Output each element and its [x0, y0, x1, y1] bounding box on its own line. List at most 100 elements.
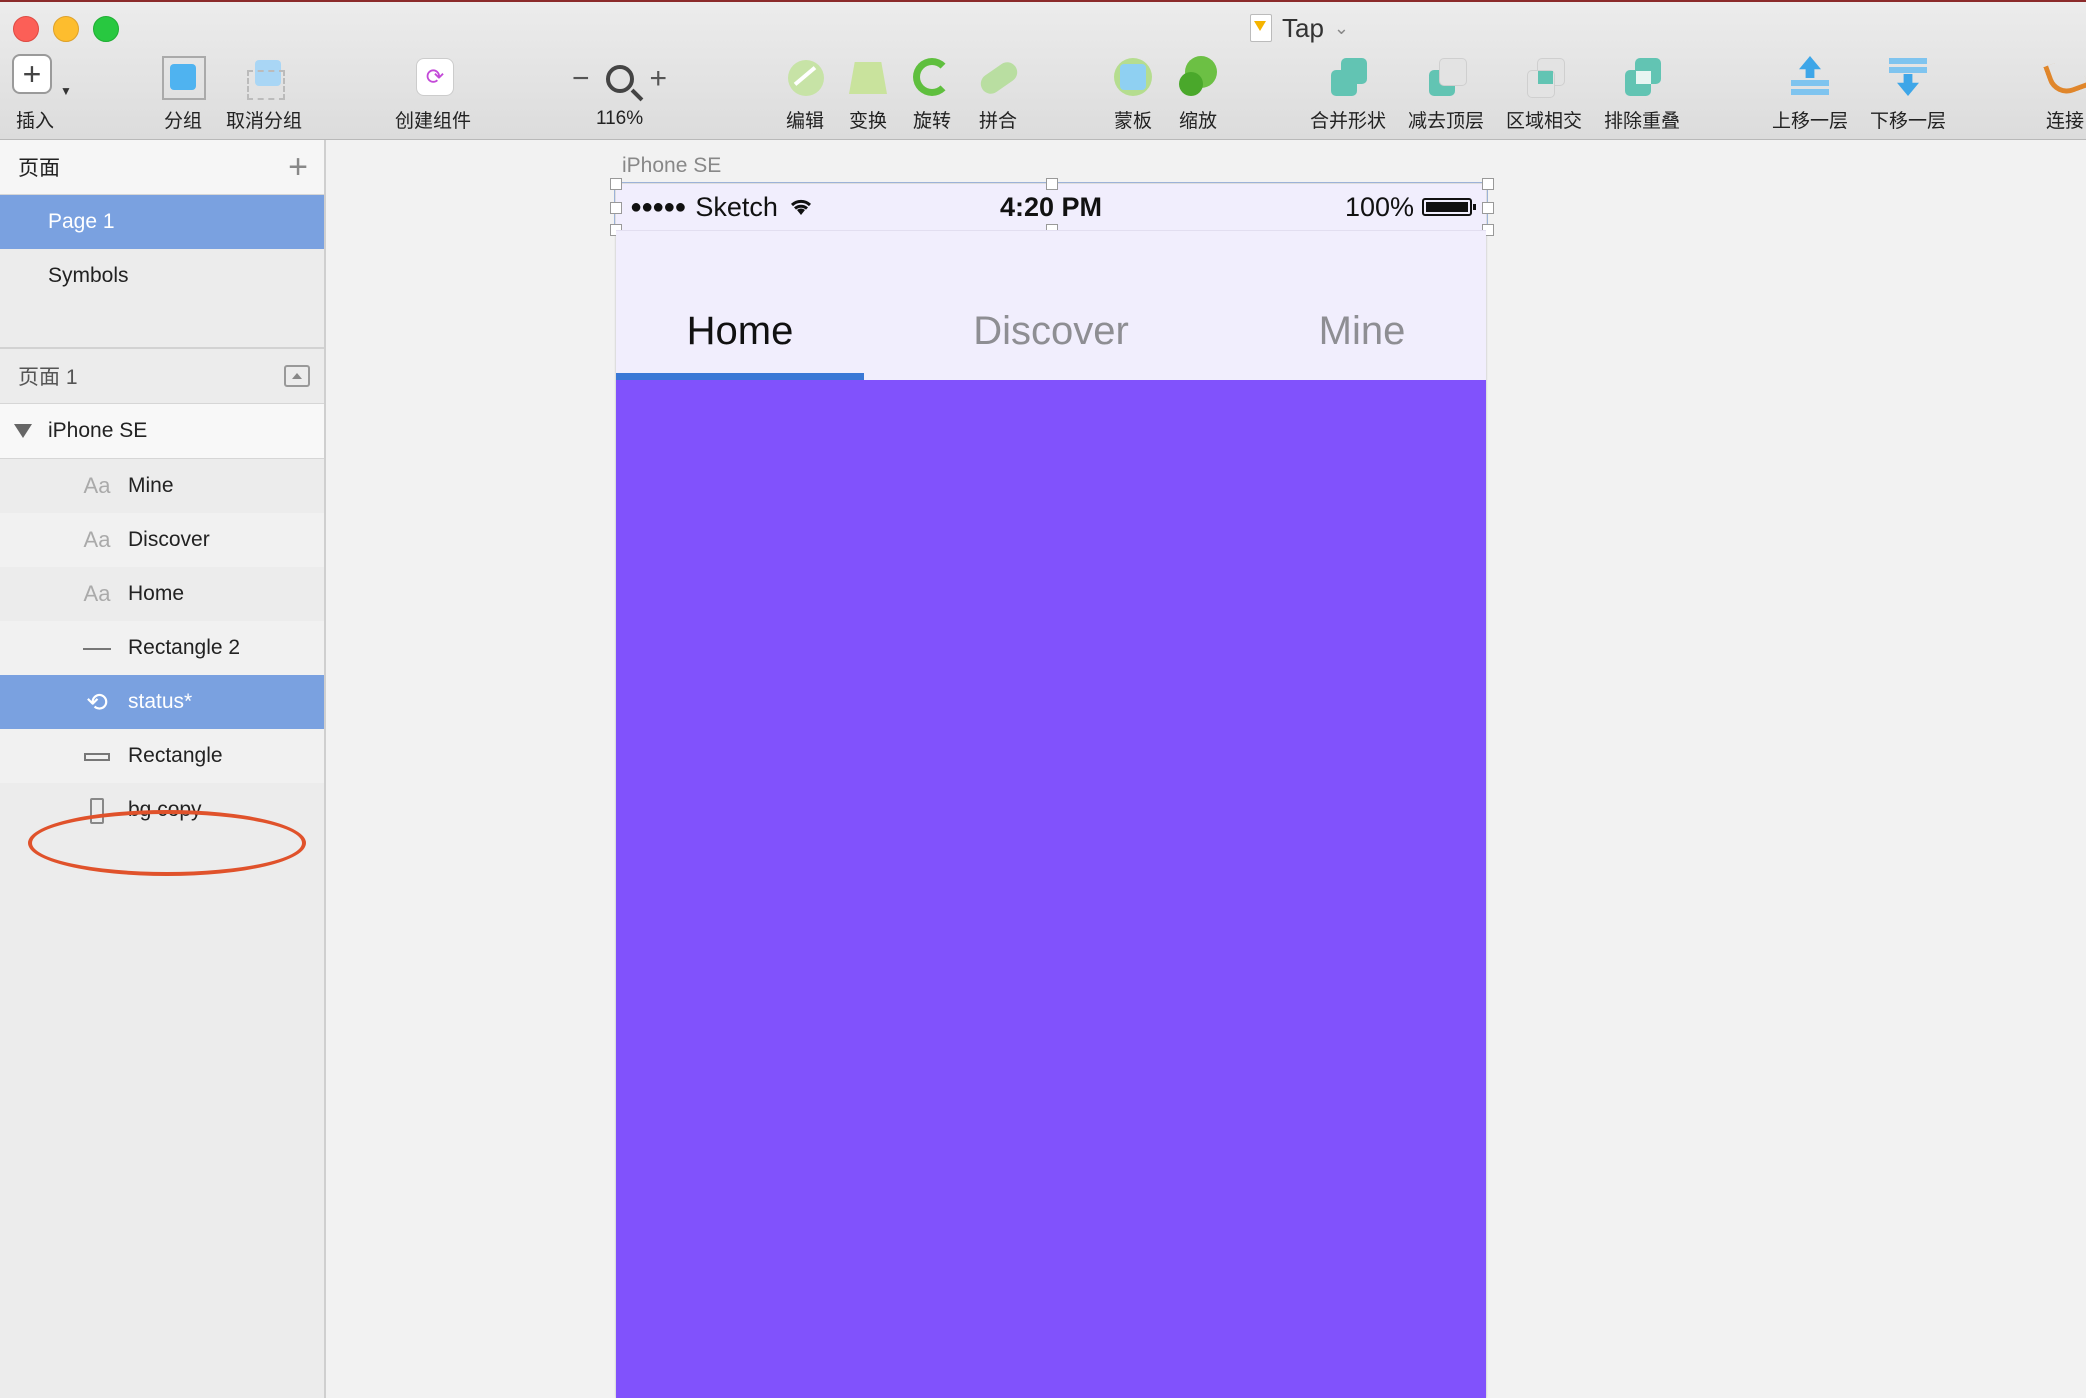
content-area[interactable]: [616, 380, 1486, 1398]
tab-discover[interactable]: Discover: [973, 309, 1129, 354]
link-button[interactable]: 连接: [2042, 54, 2086, 133]
scale-icon: [1175, 54, 1221, 100]
create-symbol-label: 创建组件: [395, 111, 472, 132]
combine-icon: [975, 54, 1022, 100]
tab-bar: Home Discover Mine: [616, 230, 1486, 381]
caret-down-icon[interactable]: ▼: [60, 84, 72, 98]
ungroup-button[interactable]: 取消分组: [226, 54, 302, 133]
difference-icon: [1619, 54, 1665, 100]
artboard-iphone-se[interactable]: ●●●●● Sketch 4:20 PM 100% Home Discover …: [610, 178, 1494, 1398]
move-backward-label: 下移一层: [1870, 111, 1947, 132]
pages-header: 页面 +: [0, 140, 324, 195]
scale-button[interactable]: 缩放: [1175, 54, 1221, 133]
insert-label: 插入: [15, 111, 54, 132]
rotate-icon: [909, 54, 955, 100]
difference-label: 排除重叠: [1604, 111, 1681, 132]
layers-sidebar: 页面 + Page 1 Symbols 页面 1 iPhone SE Aa Mi…: [0, 140, 326, 1398]
layer-label: Discover: [128, 528, 210, 551]
maximize-window-button[interactable]: [93, 16, 119, 42]
text-layer-icon: Aa: [83, 473, 111, 498]
combine-button[interactable]: 拼合: [975, 54, 1022, 133]
transform-label: 变换: [848, 111, 887, 132]
mask-button[interactable]: 蒙板: [1110, 54, 1156, 133]
rotate-button[interactable]: 旋转: [909, 54, 955, 133]
layer-discover[interactable]: Aa Discover: [0, 513, 324, 567]
resize-handle[interactable]: [1046, 178, 1058, 190]
union-label: 合并形状: [1310, 111, 1387, 132]
union-icon: [1325, 54, 1371, 100]
symbol-icon: ⟳: [410, 54, 456, 100]
layer-rectangle[interactable]: Rectangle: [0, 729, 324, 783]
intersect-icon: [1521, 54, 1567, 100]
plus-icon: +: [12, 54, 58, 100]
edit-button[interactable]: 编辑: [782, 54, 828, 133]
tab-mine[interactable]: Mine: [1319, 309, 1406, 354]
intersect-label: 区域相交: [1506, 111, 1583, 132]
layer-label: Rectangle: [128, 744, 223, 767]
add-page-icon[interactable]: +: [288, 150, 308, 184]
layer-label: Home: [128, 582, 185, 605]
transform-icon: [845, 54, 891, 100]
group-icon: [160, 54, 206, 100]
magnifier-icon[interactable]: [605, 65, 634, 93]
group-button[interactable]: 分组: [160, 54, 206, 133]
move-backward-button[interactable]: 下移一层: [1870, 54, 1946, 133]
status-bar-symbol[interactable]: ●●●●● Sketch 4:20 PM 100%: [610, 178, 1494, 236]
minimize-window-button[interactable]: [53, 16, 79, 42]
artboard-title[interactable]: iPhone SE: [622, 154, 721, 178]
insert-button[interactable]: + 插入: [12, 54, 58, 133]
resize-handle[interactable]: [1482, 178, 1494, 190]
layer-rectangle-2[interactable]: Rectangle 2: [0, 621, 324, 675]
difference-button[interactable]: 排除重叠: [1604, 54, 1680, 133]
link-icon: [2042, 54, 2086, 100]
page-item-label: Symbols: [48, 264, 129, 287]
layer-status-symbol[interactable]: ⟲ status*: [0, 675, 324, 729]
create-symbol-button[interactable]: ⟳ 创建组件: [395, 54, 471, 133]
mask-icon: [1110, 54, 1156, 100]
layer-artboard-iphone-se[interactable]: iPhone SE: [0, 404, 324, 459]
subtract-label: 减去顶层: [1408, 111, 1485, 132]
scale-label: 缩放: [1178, 111, 1217, 132]
page-item-symbols[interactable]: Symbols: [0, 249, 324, 303]
chevron-down-icon: ⌄: [1333, 17, 1350, 38]
symbol-instance-icon: ⟲: [86, 686, 108, 717]
tab-home[interactable]: Home: [687, 309, 794, 354]
union-button[interactable]: 合并形状: [1310, 54, 1386, 133]
close-window-button[interactable]: [13, 16, 39, 42]
layer-mine[interactable]: Aa Mine: [0, 459, 324, 513]
zoom-level: 116%: [595, 108, 644, 129]
artboard-name: iPhone SE: [48, 419, 148, 442]
resize-handle[interactable]: [610, 178, 622, 190]
move-forward-button[interactable]: 上移一层: [1772, 54, 1848, 133]
sketch-document-icon: [1250, 14, 1272, 42]
disclosure-triangle-icon[interactable]: [14, 424, 32, 438]
design-canvas[interactable]: iPhone SE ●●●●● Sketch 4:20 PM 100% Home…: [326, 140, 2086, 1398]
rotate-label: 旋转: [912, 111, 951, 132]
resize-handle[interactable]: [1482, 202, 1494, 214]
pages-title: 页面: [18, 157, 60, 180]
edit-icon: [782, 54, 828, 100]
zoom-out-button[interactable]: −: [572, 62, 590, 96]
zoom-control: − + 116%: [572, 56, 667, 130]
page-item-label: Page 1: [48, 210, 115, 233]
collapse-pages-icon[interactable]: [284, 365, 310, 387]
pages-divider: [0, 303, 324, 349]
subtract-button[interactable]: 减去顶层: [1408, 54, 1484, 133]
text-layer-icon: Aa: [83, 581, 111, 606]
resize-handle[interactable]: [610, 202, 622, 214]
combine-label: 拼合: [978, 111, 1017, 132]
battery-percent: 100%: [1344, 191, 1414, 222]
document-title[interactable]: Tap ⌄: [1250, 12, 1349, 44]
rectangle-icon: [82, 743, 112, 769]
artboard-icon: [82, 796, 112, 824]
layer-bg-copy[interactable]: bg copy: [0, 783, 324, 837]
page-item-page-1[interactable]: Page 1: [0, 195, 324, 249]
layers-header: 页面 1: [0, 349, 324, 404]
zoom-in-button[interactable]: +: [650, 62, 668, 96]
layer-home[interactable]: Aa Home: [0, 567, 324, 621]
battery-icon: [1422, 198, 1476, 216]
intersect-button[interactable]: 区域相交: [1506, 54, 1582, 133]
layer-list: Aa Mine Aa Discover Aa Home Rectangle 2 …: [0, 459, 324, 837]
window-toolbar: Tap ⌄ + 插入 ▼ 分组 取消分组 ⟳ 创建组件 − + 116% 编辑 …: [0, 0, 2086, 140]
transform-button[interactable]: 变换: [845, 54, 891, 133]
